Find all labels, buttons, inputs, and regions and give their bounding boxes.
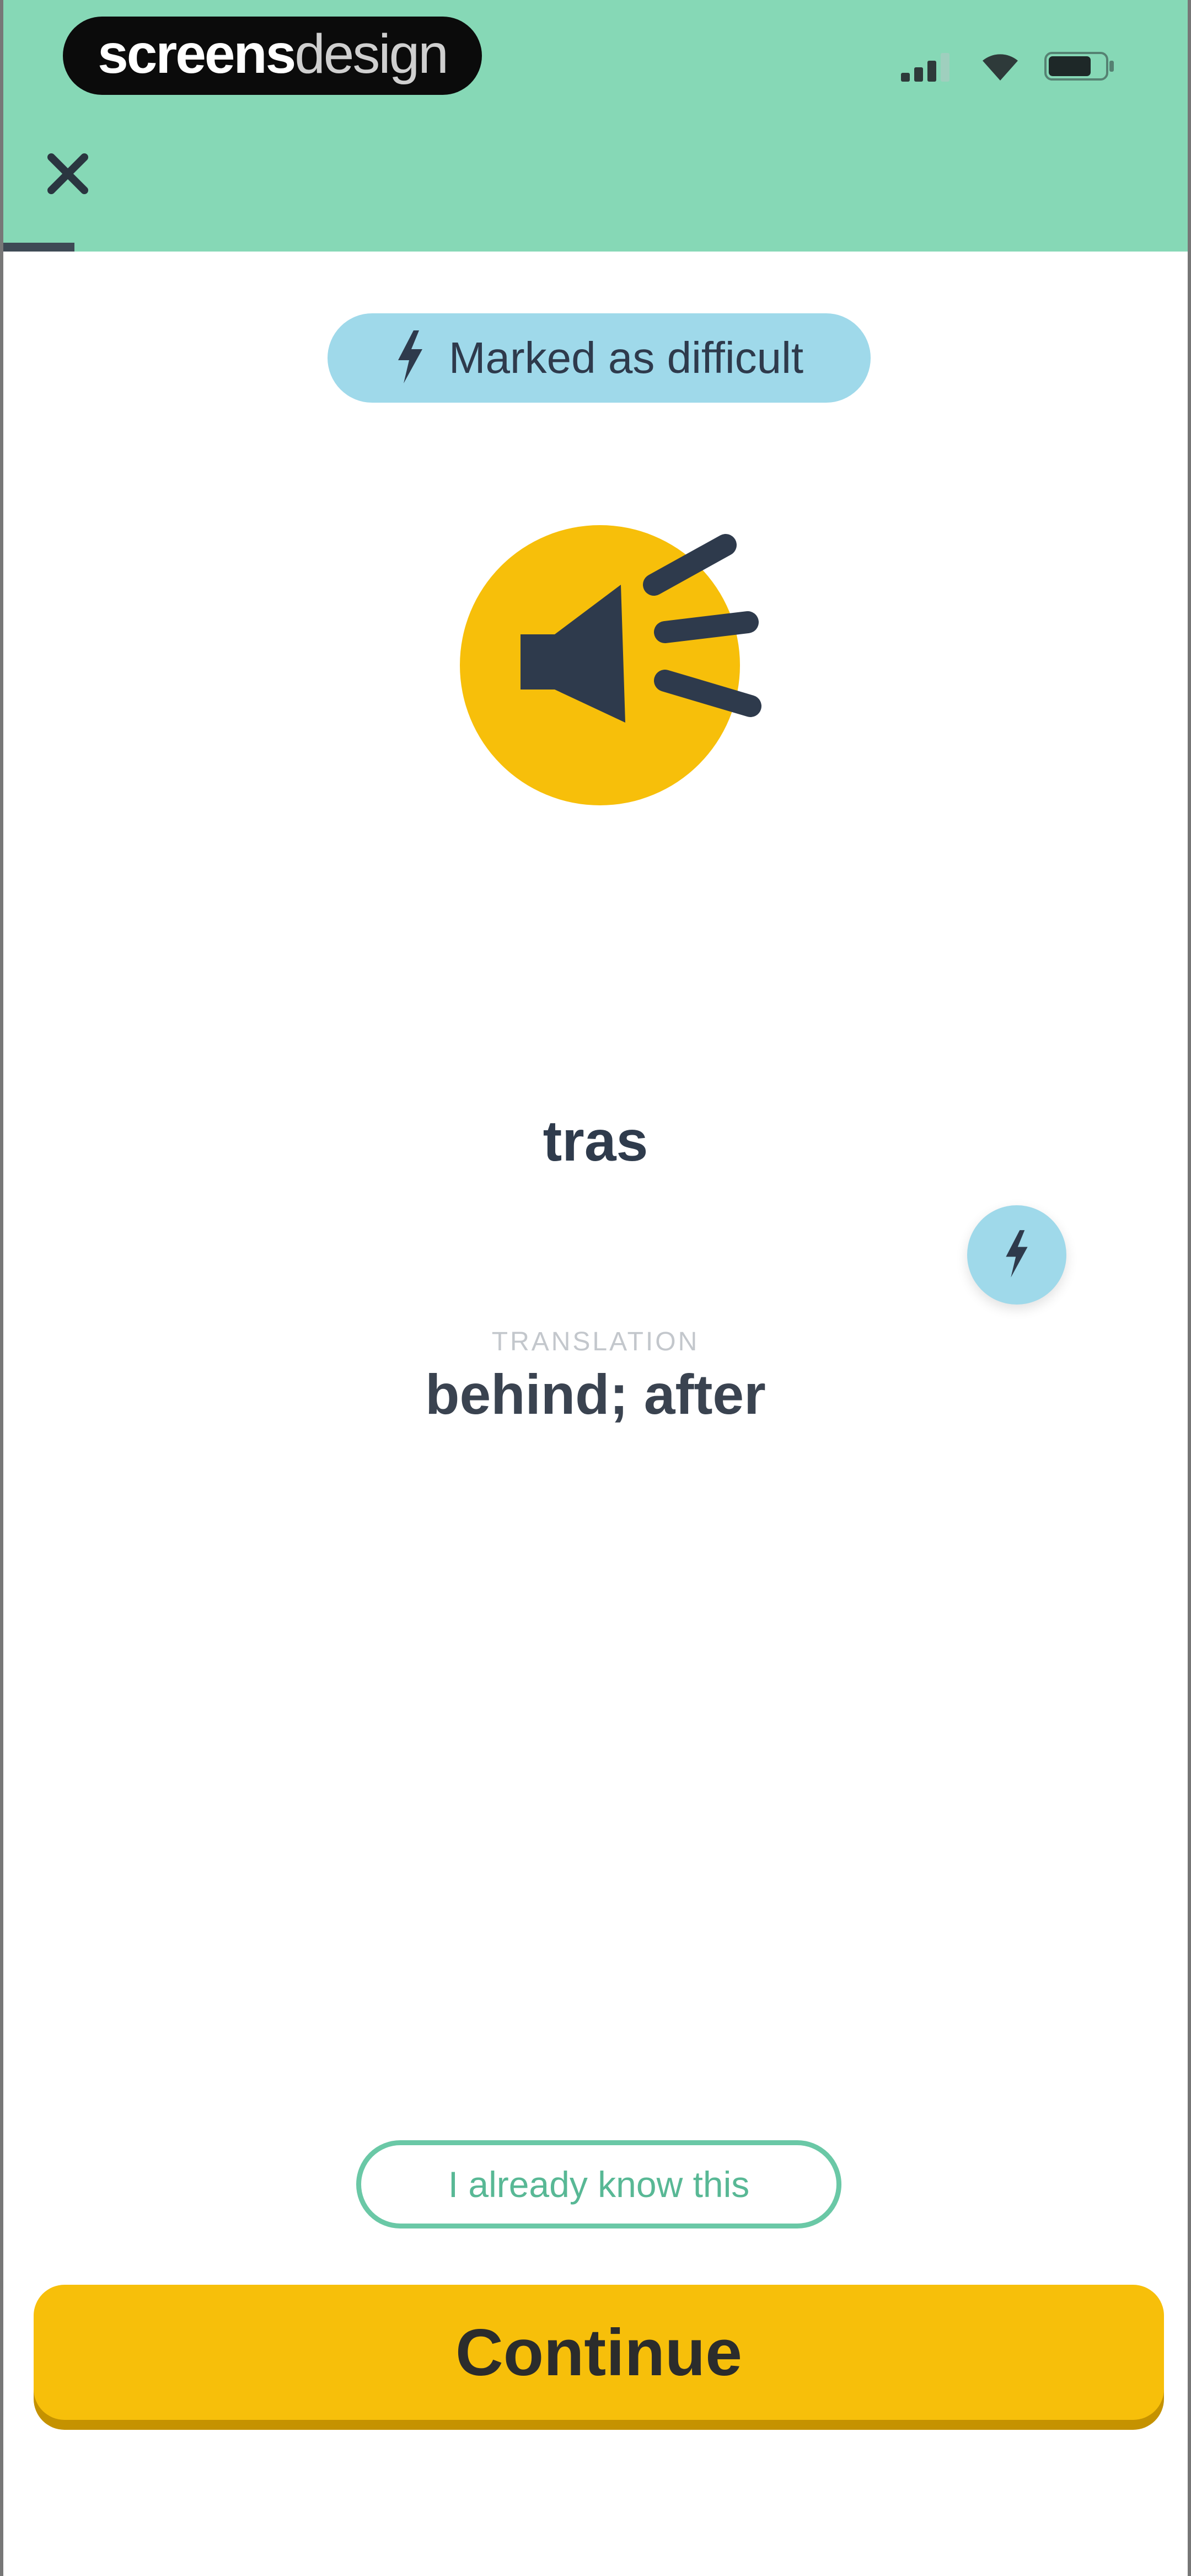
wifi-icon <box>980 51 1020 84</box>
mark-difficult-button[interactable] <box>967 1205 1066 1305</box>
brand-logo-light: design <box>294 23 449 85</box>
lesson-progress-bar <box>3 243 1188 252</box>
top-header: screensdesign <box>3 0 1188 252</box>
marked-difficult-badge: Marked as difficult <box>328 313 871 403</box>
brand-logo-text: screensdesign <box>98 23 449 85</box>
signal-icon <box>901 51 956 84</box>
badge-label: Marked as difficult <box>448 333 804 382</box>
lightning-icon <box>1003 1229 1031 1281</box>
close-button[interactable] <box>37 145 98 205</box>
play-audio-button[interactable] <box>455 524 764 811</box>
brand-logo-bold: screens <box>98 23 296 85</box>
close-icon <box>46 152 90 199</box>
status-icons <box>901 51 1116 84</box>
continue-button[interactable]: Continue <box>34 2285 1164 2420</box>
translation-label: TRANSLATION <box>491 1327 700 1356</box>
battery-icon <box>1044 51 1116 84</box>
lesson-progress-fill <box>3 243 74 252</box>
brand-logo: screensdesign <box>63 17 482 95</box>
lightning-icon <box>395 330 426 386</box>
translation-text: behind; after <box>425 1363 766 1426</box>
already-know-button[interactable]: I already know this <box>356 2140 841 2228</box>
lesson-screen: screensdesign Marked as difficult tras T… <box>0 0 1191 2576</box>
vocab-word: tras <box>543 1109 648 1173</box>
speaker-icon <box>460 525 761 805</box>
